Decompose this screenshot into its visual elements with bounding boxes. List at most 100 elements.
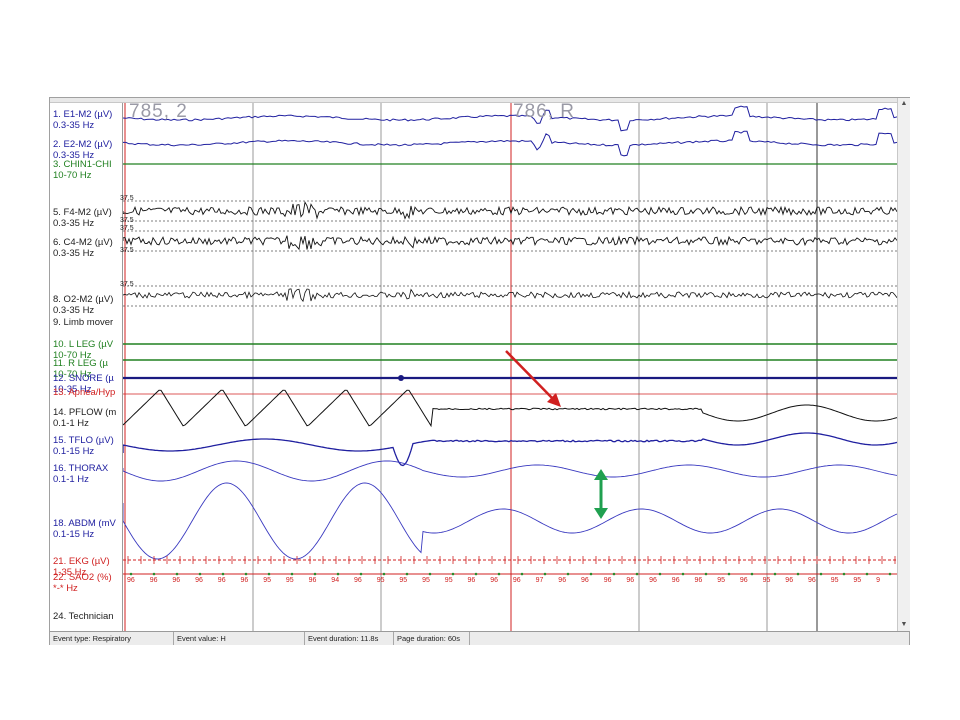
channel-name: 5. F4-M2 (µV) [53, 207, 112, 218]
sao2-value: 94 [331, 577, 340, 584]
channel-name: 2. E2-M2 (µV) [53, 139, 113, 150]
sao2-value: 96 [739, 577, 748, 584]
sao2-dot [290, 572, 294, 576]
sao2-value: 96 [558, 577, 567, 584]
red-arrow-icon [505, 350, 556, 402]
channel-label-chin[interactable]: 3. CHIN1-CHI 10-70 Hz [53, 159, 121, 181]
green-arrowhead-down [594, 508, 608, 519]
sao2-value: 96 [581, 577, 589, 584]
channel-name: 8. O2-M2 (µV) [53, 294, 114, 305]
sao2-value: 96 [626, 577, 635, 584]
sao2-dot [382, 572, 386, 576]
channel-label-e1[interactable]: 1. E1-M2 (µV) 0.3-35 Hz [53, 109, 121, 131]
scroll-down-icon[interactable]: ▼ [898, 619, 910, 630]
sao2-dot [313, 572, 317, 576]
vertical-scrollbar[interactable]: ▲ ▼ [897, 98, 910, 631]
channel-label-c4[interactable]: 6. C4-M2 (µV) 0.3-35 Hz [53, 237, 121, 259]
sao2-dot [198, 572, 202, 576]
trace-tflo [123, 432, 897, 467]
sao2-value: 96 [195, 577, 203, 584]
channel-name: 9. Limb mover [53, 317, 114, 328]
sao2-dot [336, 572, 340, 576]
sao2-value: 96 [240, 577, 249, 584]
scroll-up-icon[interactable]: ▲ [898, 98, 910, 109]
channel-label-sao2[interactable]: 22. SAO2 (%) *-* Hz [53, 572, 121, 594]
signal-trace-area[interactable]: 785, 2 786, R 37.5 37.5 37.5 37.5 37.5 9… [120, 101, 897, 631]
channel-filter: *-* Hz [53, 583, 78, 594]
polysomnography-window: 1. E1-M2 (µV) 0.3-35 Hz 2. E2-M2 (µV) 0.3-… [49, 97, 910, 645]
channel-filter: 0.1-15 Hz [53, 446, 95, 457]
sao2-dot [888, 572, 892, 576]
channel-filter: 10-70 Hz [53, 170, 92, 181]
sao2-dot [175, 572, 179, 576]
sao2-dot [520, 572, 524, 576]
trace-e1 [123, 105, 897, 132]
status-event-value: Event value: H [174, 632, 305, 645]
trace-f4 [123, 200, 897, 220]
trace-c4 [123, 235, 897, 251]
channel-label-apnea[interactable]: 13. Apnea/Hyp [53, 387, 121, 398]
sao2-value: 96 [603, 577, 612, 584]
sao2-dot [566, 572, 570, 576]
sao2-dot [796, 572, 800, 576]
sao2-dot [152, 572, 156, 576]
channel-filter: 0.1-15 Hz [53, 529, 95, 540]
scale-label: 37.5 [120, 281, 134, 288]
sao2-value: 95 [263, 577, 271, 584]
scale-label: 37.5 [120, 195, 134, 202]
sao2-value: 96 [785, 577, 794, 584]
epoch-number-right: 786, R [513, 101, 575, 122]
channel-label-e2[interactable]: 2. E2-M2 (µV) 0.3-35 Hz [53, 139, 121, 161]
channel-name: 21. EKG (µV) [53, 556, 110, 567]
sao2-dot [819, 572, 823, 576]
sao2-dot [359, 572, 363, 576]
channel-label-limb[interactable]: 9. Limb mover [53, 317, 121, 328]
sao2-value: 96 [354, 577, 362, 584]
sao2-dot [405, 572, 409, 576]
status-page-duration: Page duration: 60s [394, 632, 470, 645]
channel-name: 15. TFLO (µV) [53, 435, 114, 446]
sao2-value: 95 [399, 577, 408, 584]
scale-label: 37.5 [120, 217, 134, 224]
channel-filter: 0.1-1 Hz [53, 418, 89, 429]
channel-label-o2[interactable]: 8. O2-M2 (µV) 0.3-35 Hz [53, 294, 121, 316]
status-bar: Event type: Respiratory Event value: H E… [50, 631, 909, 645]
sao2-value: 96 [308, 577, 317, 584]
channel-label-abdm[interactable]: 18. ABDM (mV 0.1-15 Hz [53, 518, 121, 540]
channel-filter: 0.3-35 Hz [53, 248, 95, 259]
sao2-dot [543, 572, 547, 576]
sao2-value: 96 [671, 577, 680, 584]
trace-abdm [123, 482, 897, 560]
sao2-value: 95 [444, 577, 453, 584]
sao2-value: 95 [762, 577, 771, 584]
channel-name: 12. SNORE (µ [53, 373, 114, 384]
channel-filter: 0.3-35 Hz [53, 218, 95, 229]
channel-name: 18. ABDM (mV [53, 518, 116, 529]
channel-name: 13. Apnea/Hyp [53, 387, 116, 398]
channel-name: 10. L LEG (µV [53, 339, 114, 350]
channel-label-thorax[interactable]: 16. THORAX 0.1-1 Hz [53, 463, 121, 485]
sao2-value: 95 [376, 577, 385, 584]
channel-name: 6. C4-M2 (µV) [53, 237, 113, 248]
sao2-value: 96 [694, 577, 703, 584]
sao2-value: 9 [876, 577, 880, 584]
sao2-value: 97 [535, 577, 544, 584]
status-event-duration: Event duration: 11.8s [305, 632, 394, 645]
signal-canvas [123, 103, 897, 631]
sao2-value: 95 [830, 577, 839, 584]
status-event-type: Event type: Respiratory [50, 632, 174, 645]
sao2-dot [842, 572, 846, 576]
sao2-dot [244, 572, 248, 576]
channel-label-f4[interactable]: 5. F4-M2 (µV) 0.3-35 Hz [53, 207, 121, 229]
sao2-dot [658, 572, 662, 576]
channel-filter: 0.1-1 Hz [53, 474, 89, 485]
sao2-dot [428, 572, 432, 576]
sao2-dot [497, 572, 501, 576]
channel-label-pflow[interactable]: 14. PFLOW (m 0.1-1 Hz [53, 407, 121, 429]
channel-name: 11. R LEG (µ [53, 358, 108, 369]
channel-name: 22. SAO2 (%) [53, 572, 112, 583]
channel-label-tflo[interactable]: 15. TFLO (µV) 0.1-15 Hz [53, 435, 121, 457]
sao2-dot [221, 572, 225, 576]
epoch-number-left: 785, 2 [129, 101, 188, 122]
channel-label-technician[interactable]: 24. Technician [53, 611, 121, 622]
